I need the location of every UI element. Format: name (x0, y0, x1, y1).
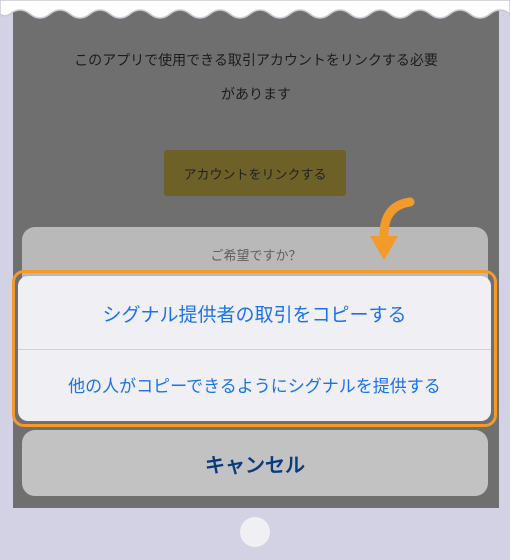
message-line-1: このアプリで使用できる取引アカウントをリンクする必要 (74, 53, 438, 69)
app-screen: このアプリで使用できる取引アカウントをリンクする必要 があります アカウントをリ… (13, 0, 499, 508)
action-sheet-title: ご希望ですか？ (210, 249, 302, 264)
link-account-message: このアプリで使用できる取引アカウントをリンクする必要 があります (13, 44, 499, 112)
home-button[interactable] (240, 517, 270, 547)
highlight-box (12, 270, 497, 427)
torn-edge-decoration (0, 0, 510, 19)
cancel-button[interactable]: キャンセル (22, 430, 488, 496)
message-line-2: があります (221, 87, 291, 103)
curved-arrow-down-icon (370, 197, 415, 260)
link-account-button[interactable]: アカウントをリンクする (164, 150, 346, 196)
